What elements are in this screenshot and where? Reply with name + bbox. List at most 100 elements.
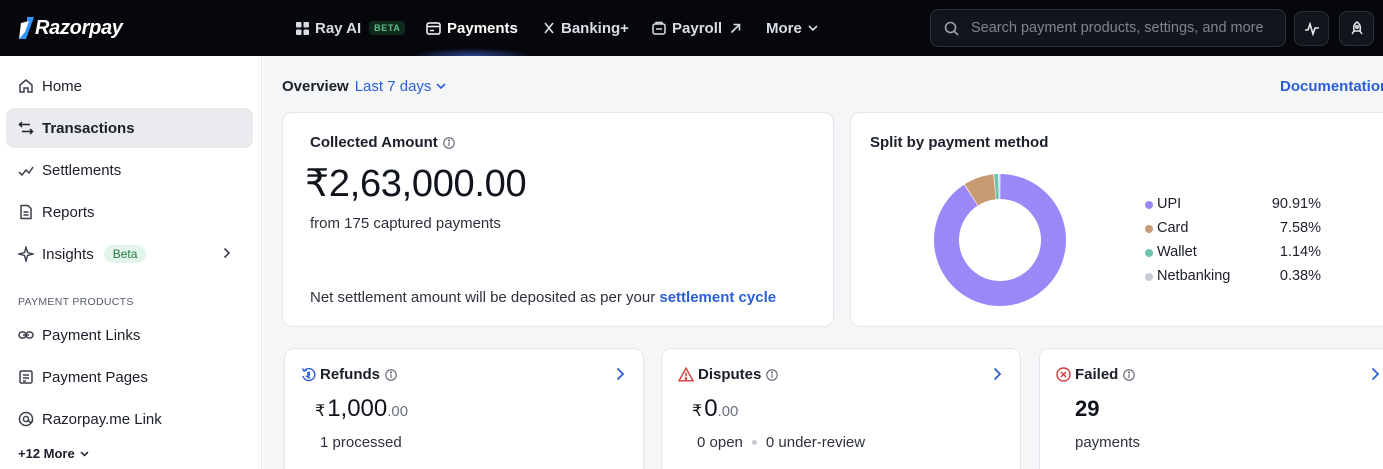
legend-item-upi: UPI 90.91% (1145, 195, 1321, 219)
payment-products-heading: PAYMENT PRODUCTS (18, 296, 134, 308)
split-title: Split by payment method (870, 134, 1049, 151)
payment-method-legend: UPI 90.91% Card 7.58% Wallet 1.14% Netbanking 0… (1145, 195, 1321, 291)
collected-amount-value: ₹2,63,000.00 (305, 163, 527, 205)
sidebar-item-label: Payment Pages (42, 368, 148, 386)
failed-card[interactable]: Failed 29 payments (1039, 348, 1383, 469)
disputes-title-text: Disputes (698, 366, 762, 383)
info-icon[interactable] (385, 368, 397, 381)
page-icon (19, 370, 33, 384)
nav-payroll[interactable]: Payroll (652, 0, 747, 56)
refunds-title: Refunds (301, 366, 397, 383)
razorpay-logo-icon (19, 17, 34, 39)
chevron-down-icon (808, 24, 818, 31)
collected-amount-title: Collected Amount (310, 134, 455, 151)
sidebar-item-label: Razorpay.me Link (42, 410, 162, 428)
sidebar: Home Transactions Settlements Reports In… (0, 56, 262, 469)
legend-swatch (1145, 225, 1153, 233)
disputes-amount: ₹ 0 .00 (692, 395, 738, 423)
disputes-title: Disputes (678, 366, 779, 383)
refunds-processed: 1 processed (320, 434, 402, 451)
whats-new-button[interactable] (1339, 11, 1374, 46)
disputes-status: 0 open 0 under-review (697, 434, 865, 451)
info-icon[interactable] (766, 368, 779, 381)
main-content: Overview Last 7 days Documentation Colle… (263, 56, 1383, 469)
nav-payments-label: Payments (447, 19, 518, 37)
sidebar-item-payment-pages[interactable]: Payment Pages (6, 357, 253, 397)
disputes-amount-whole: 0 (704, 395, 718, 422)
chevron-right-icon[interactable] (616, 367, 625, 381)
failed-title: Failed (1056, 366, 1136, 383)
payroll-icon (652, 21, 666, 35)
at-icon (18, 411, 34, 427)
nav-more-label: More (766, 19, 802, 37)
chevron-right-icon[interactable] (1371, 367, 1380, 381)
global-search[interactable] (930, 9, 1286, 47)
info-icon[interactable] (443, 136, 455, 149)
settlements-icon (18, 166, 34, 177)
legend-item-netbanking: Netbanking 0.38% (1145, 267, 1321, 291)
chevron-right-icon[interactable] (993, 367, 1002, 381)
collected-title-text: Collected Amount (310, 134, 438, 151)
legend-label: Wallet (1157, 244, 1197, 260)
search-input[interactable] (971, 13, 1285, 43)
nav-banking-plus[interactable]: Banking+ (543, 0, 629, 56)
refunds-amount-decimal: .00 (387, 403, 409, 420)
razorpay-logo[interactable]: Razorpay (18, 15, 123, 41)
banking-x-icon (544, 22, 554, 34)
legend-swatch (1145, 249, 1153, 257)
nav-ray-ai-label: Ray AI (315, 19, 362, 37)
refunds-card[interactable]: Refunds ₹ 1,000 .00 1 processed (284, 348, 644, 469)
sidebar-item-razorpay-me-link[interactable]: Razorpay.me Link (6, 399, 253, 439)
sidebar-item-label: Payment Links (42, 326, 141, 344)
activity-button[interactable] (1294, 11, 1329, 46)
nav-more[interactable]: More (766, 0, 824, 56)
sidebar-item-label: Settlements (42, 161, 122, 179)
chevron-down-icon (80, 450, 89, 457)
nav-ray-ai[interactable]: Ray AI BETA (296, 0, 406, 56)
date-range-selector[interactable]: Last 7 days (355, 78, 447, 95)
legend-value: 90.91% (1271, 196, 1321, 212)
sparkle-icon (18, 246, 34, 262)
collected-amount-card: Collected Amount ₹2,63,000.00 from 175 c… (282, 112, 834, 327)
nav-banking-label: Banking+ (561, 19, 629, 37)
chevron-down-icon (436, 83, 447, 90)
sidebar-item-transactions[interactable]: Transactions (6, 108, 253, 148)
info-icon[interactable] (1123, 368, 1136, 381)
legend-label: UPI (1157, 196, 1182, 212)
disputes-card[interactable]: Disputes ₹ 0 .00 0 open 0 under-review (661, 348, 1021, 469)
link-icon (18, 331, 34, 339)
documentation-link[interactable]: Documentation (1280, 78, 1383, 95)
donut-slice-upi (934, 174, 1066, 306)
failed-payments-label: payments (1075, 434, 1141, 451)
nav-payments[interactable]: Payments (410, 0, 534, 56)
sidebar-item-reports[interactable]: Reports (6, 192, 253, 232)
beta-badge: BETA (369, 21, 406, 35)
activity-pulse-icon (1304, 21, 1319, 36)
refunds-amount: ₹ 1,000 .00 (315, 395, 408, 423)
refund-icon (301, 367, 316, 382)
sidebar-item-label: Insights (42, 245, 94, 263)
sidebar-item-label: Reports (42, 203, 95, 221)
payment-method-split-card: Split by payment method UPI 90.91% Card 7.5… (850, 112, 1383, 327)
sidebar-item-settlements[interactable]: Settlements (6, 150, 253, 190)
sidebar-more-toggle[interactable]: +12 More (18, 446, 89, 461)
sidebar-more-label: +12 More (18, 446, 75, 461)
sidebar-item-home[interactable]: Home (6, 66, 253, 106)
donut-slice-netbanking (998, 174, 1000, 200)
disputes-open-count: 0 open (697, 434, 743, 451)
legend-value: 0.38% (1279, 268, 1321, 284)
legend-item-card: Card 7.58% (1145, 219, 1321, 243)
legend-item-wallet: Wallet 1.14% (1145, 243, 1321, 267)
settlement-cycle-link[interactable]: settlement cycle (659, 289, 776, 306)
grid-icon (296, 21, 309, 35)
sidebar-item-label: Transactions (42, 119, 135, 137)
refunds-amount-whole: 1,000 (327, 395, 388, 422)
failed-payments-count: 29 (1075, 396, 1100, 421)
disputes-review-count: 0 under-review (765, 434, 866, 451)
sidebar-item-insights[interactable]: Insights Beta (6, 234, 253, 274)
external-link-icon (730, 23, 741, 33)
refunds-title-text: Refunds (320, 366, 380, 383)
brand-name: Razorpay (35, 16, 123, 39)
sidebar-item-payment-links[interactable]: Payment Links (6, 315, 253, 355)
error-circle-icon (1056, 367, 1071, 382)
